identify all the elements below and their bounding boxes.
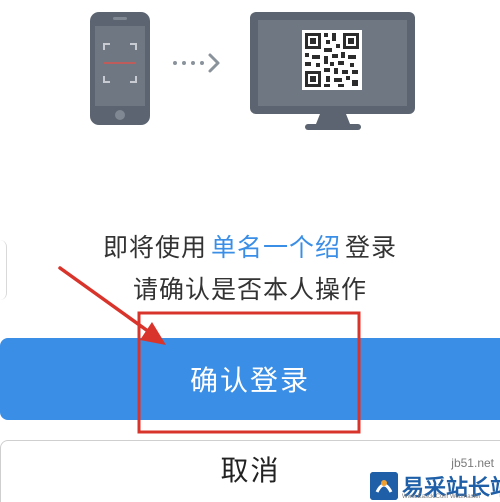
watermark-logo: 易采站长站 Www.Easck.Com Webmaster [370, 470, 500, 502]
qr-login-confirm-page: 即将使用 单名一个绍 登录 请确认是否本人操作 确认登录 取消 jb51.net 易… [0, 0, 500, 502]
scan-illustration [90, 12, 415, 130]
confirm-login-button[interactable]: 确认登录 [0, 338, 500, 420]
watermark-url: jb51.net [451, 456, 494, 470]
monitor-qr-icon [250, 12, 415, 130]
username-text: 单名一个绍 [210, 233, 341, 262]
prompt-prefix: 即将使用 [102, 233, 207, 262]
phone-scanner-icon [90, 12, 150, 125]
login-prompt-line1: 即将使用 单名一个绍 登录 [0, 232, 500, 264]
watermark-subtext: Www.Easck.Com Webmaster [402, 494, 481, 500]
prompt-suffix: 登录 [345, 233, 398, 262]
login-prompt-line2: 请确认是否本人操作 [132, 275, 367, 304]
watermark-logo-icon [370, 472, 398, 500]
dotted-arrow-icon [173, 53, 220, 73]
